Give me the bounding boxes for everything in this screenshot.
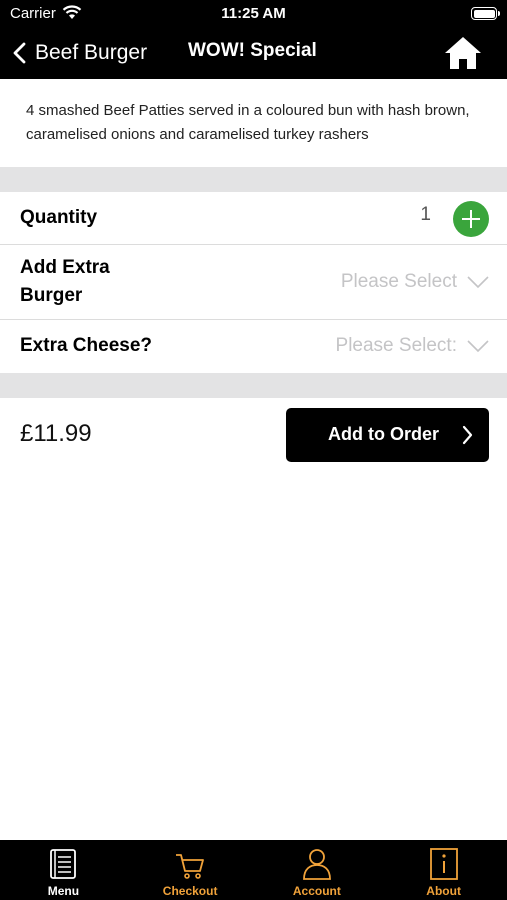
extra-cheese-row[interactable]: Extra Cheese? Please Select: [0,320,507,373]
tab-checkout-label: Checkout [162,884,218,898]
back-button-label: Beef Burger [35,41,148,64]
page-title: WOW! Special [188,40,317,61]
battery-icon [471,7,500,20]
item-description: 4 smashed Beef Patties served in a colou… [26,102,470,143]
navigation-bar: Beef Burger WOW! Special [0,28,507,79]
status-bar: Carrier 11:25 AM [0,0,507,28]
extra-burger-select[interactable]: Please Select [341,267,489,297]
tab-account[interactable]: Account [254,840,381,900]
extra-burger-label-line1: Add Extra [20,257,110,278]
tab-about-label: About [426,884,461,898]
clock: 11:25 AM [221,5,286,22]
tab-about[interactable]: About [380,840,507,900]
increase-quantity-button[interactable] [453,201,489,237]
tab-account-label: Account [292,884,341,898]
chevron-down-icon [467,340,489,353]
extra-burger-row[interactable]: Add Extra Burger Please Select [0,245,507,319]
add-to-order-label: Add to Order [328,424,439,444]
extra-burger-label-line2: Burger [20,285,83,306]
tab-menu[interactable]: Menu [0,840,127,900]
tab-menu-label: Menu [47,884,80,898]
home-icon[interactable] [443,35,483,71]
person-icon [302,849,331,880]
chevron-down-icon [467,276,489,289]
tab-bar: Menu Checkout Account About [0,840,507,900]
extra-cheese-select[interactable]: Please Select: [336,331,489,361]
chevron-right-icon [462,425,473,445]
add-to-order-button[interactable]: Add to Order [286,408,489,462]
extra-cheese-placeholder: Please Select: [335,335,457,356]
quantity-value: 1 [420,204,431,225]
item-price: £11.99 [20,420,92,447]
screen: Carrier 11:25 AM Beef Burger WOW! Specia… [0,0,507,900]
quantity-row: Quantity 1 [0,192,507,244]
quantity-label: Quantity [20,207,98,228]
extra-cheese-label: Extra Cheese? [20,335,153,356]
cart-icon [176,854,205,879]
back-button[interactable]: Beef Burger [12,36,147,70]
section-separator [0,167,507,192]
menu-book-icon [50,849,77,879]
extra-burger-placeholder: Please Select [340,271,457,292]
section-separator [0,373,507,398]
info-icon [429,848,458,880]
tab-checkout[interactable]: Checkout [127,840,254,900]
chevron-left-icon [13,42,26,64]
